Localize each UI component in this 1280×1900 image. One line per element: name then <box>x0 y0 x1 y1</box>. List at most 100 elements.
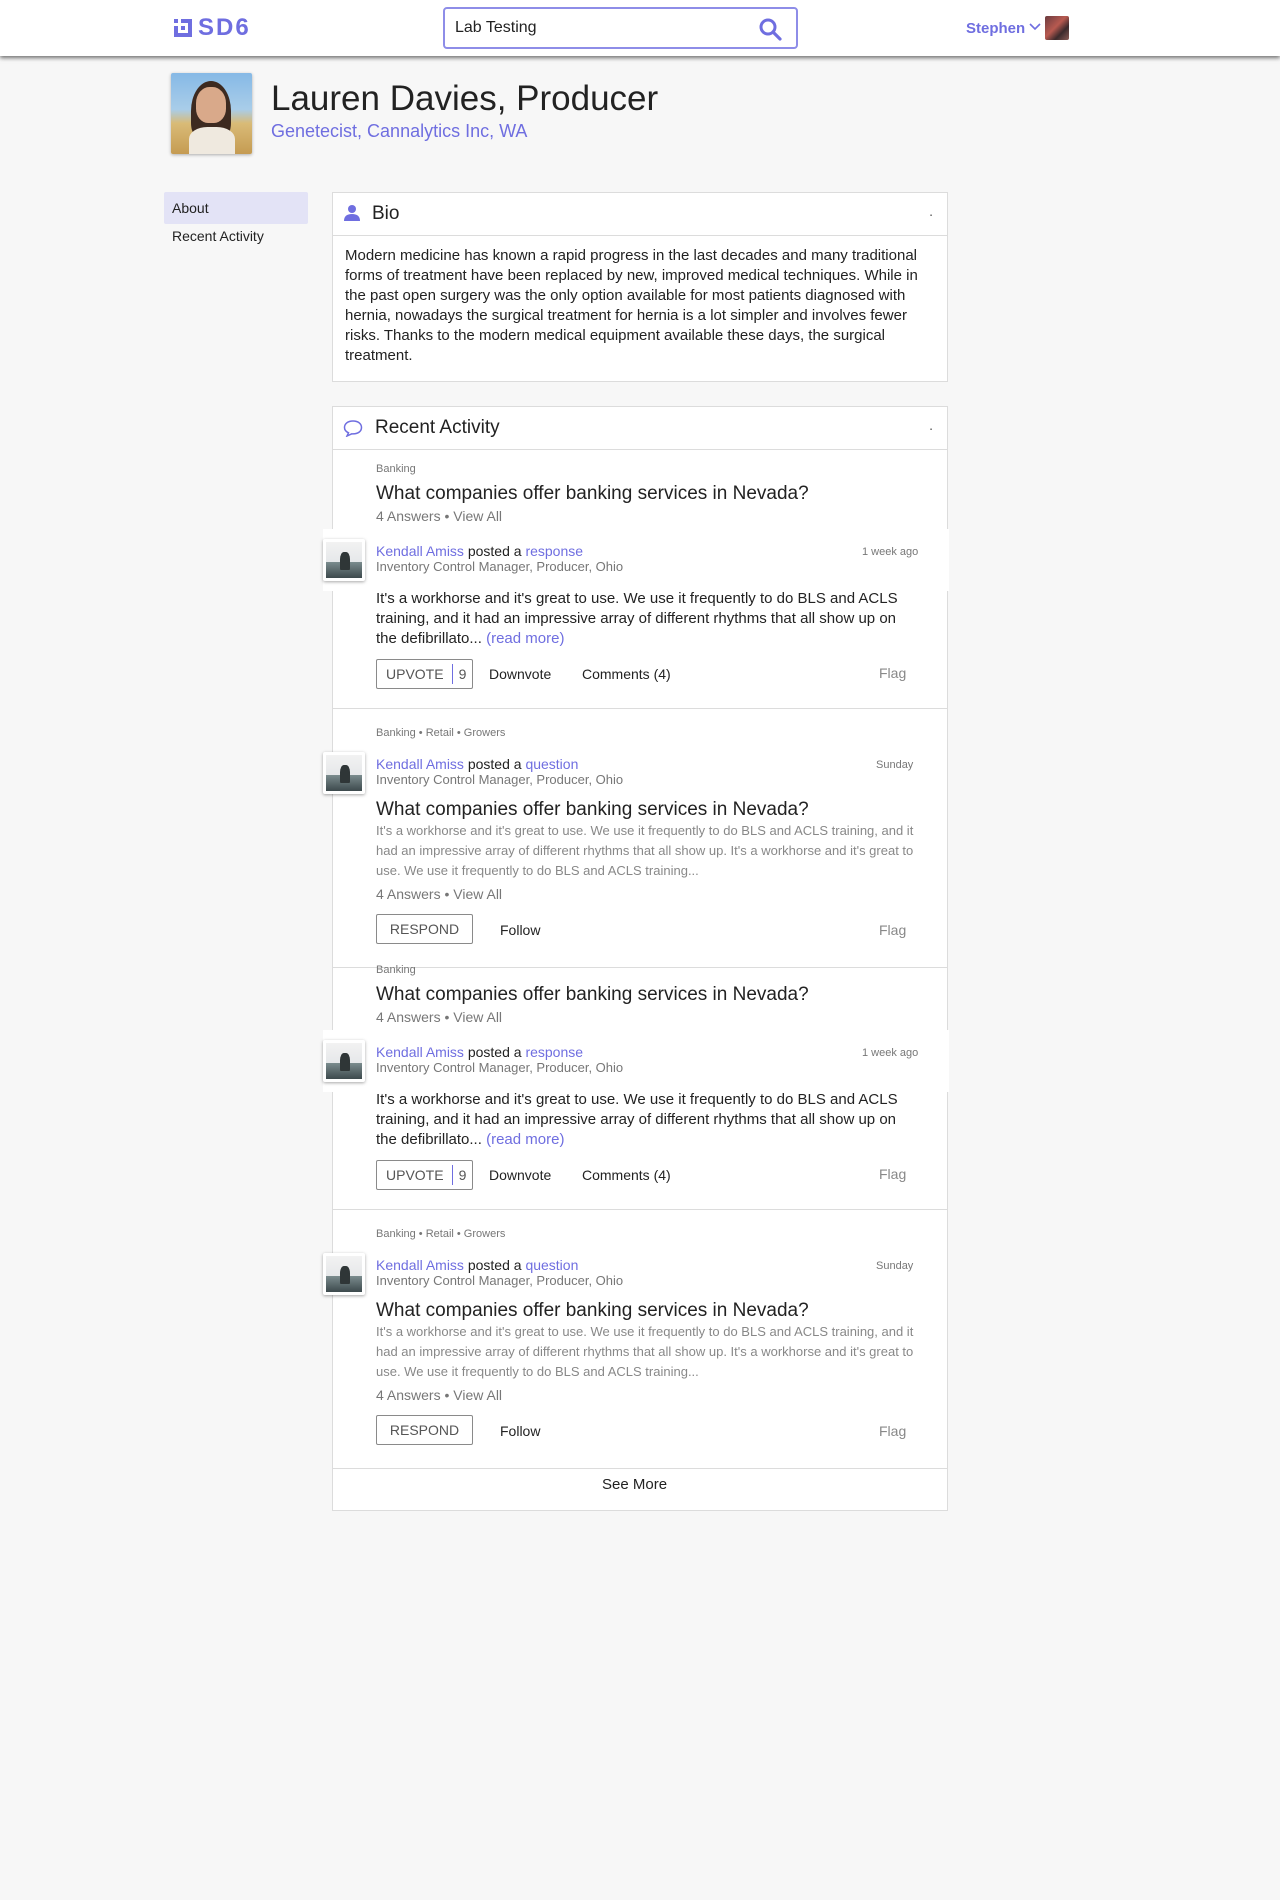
response-body: It's a workhorse and it's great to use. … <box>376 589 906 649</box>
sidenav-item-about[interactable]: About <box>164 192 308 224</box>
logo[interactable]: SD6 <box>174 14 251 42</box>
read-more-link[interactable]: (read more) <box>486 630 564 647</box>
respond-button[interactable]: RESPOND <box>376 914 473 944</box>
posted-label: posted a <box>467 1257 522 1273</box>
author-role: Inventory Control Manager, Producer, Ohi… <box>376 1060 624 1075</box>
logo-text: SD6 <box>198 14 251 41</box>
user-menu[interactable]: Stephen <box>966 16 1070 40</box>
search-box <box>443 7 798 49</box>
respond-label: RESPOND <box>389 1422 460 1438</box>
item-divider <box>333 1468 947 1469</box>
post-time: Sunday <box>876 759 914 771</box>
profile-avatar <box>171 73 252 154</box>
flag-button[interactable]: Flag <box>879 665 906 681</box>
downvote-button[interactable]: Downvote <box>489 1167 551 1183</box>
read-more-link[interactable]: (read more) <box>486 1131 564 1148</box>
upvote-label: UPVOTE <box>386 666 444 682</box>
respond-button[interactable]: RESPOND <box>376 1415 473 1445</box>
side-nav: About Recent Activity <box>164 192 308 248</box>
author-role: Inventory Control Manager, Producer, Ohi… <box>376 559 624 574</box>
flag-button[interactable]: Flag <box>879 1166 906 1182</box>
user-icon <box>344 205 360 221</box>
activity-tag[interactable]: Banking <box>376 463 416 475</box>
user-avatar[interactable] <box>1045 16 1070 40</box>
post-time: 1 week ago <box>862 546 919 558</box>
question-body: It's a workhorse and it's great to use. … <box>376 1324 914 1379</box>
author-avatar[interactable] <box>323 752 365 794</box>
author-name-link[interactable]: Kendall Amiss <box>376 1257 464 1273</box>
post-time: Sunday <box>876 1260 914 1272</box>
bio-panel-header: Bio . <box>333 193 947 236</box>
bio-text: Modern medicine has known a rapid progre… <box>345 247 918 364</box>
author-avatar[interactable] <box>323 1040 365 1082</box>
activity-tags[interactable]: Banking • Retail • Growers <box>376 1228 505 1240</box>
answers-link[interactable]: 4 Answers • View All <box>376 1387 502 1403</box>
item-divider <box>333 1209 947 1210</box>
see-more-button[interactable]: See More <box>602 1476 667 1493</box>
comments-link[interactable]: Comments (4) <box>582 666 671 682</box>
top-bar: SD6 Stephen <box>0 0 1280 56</box>
answers-link[interactable]: 4 Answers • View All <box>376 1009 502 1025</box>
profile-name: Lauren Davies, Producer <box>271 79 659 118</box>
author-line: Kendall Amiss posted a response <box>376 1044 583 1060</box>
user-name: Stephen <box>966 19 1026 37</box>
recent-activity-title: Recent Activity <box>375 417 500 438</box>
post-kind-link[interactable]: question <box>525 1257 578 1273</box>
post-kind-link[interactable]: question <box>525 756 578 772</box>
author-name-link[interactable]: Kendall Amiss <box>376 1044 464 1060</box>
activity-tags[interactable]: Banking • Retail • Growers <box>376 727 505 739</box>
recent-activity-menu-dot[interactable]: . <box>929 417 933 433</box>
response-body: It's a workhorse and it's great to use. … <box>376 1090 906 1150</box>
flag-button[interactable]: Flag <box>879 1423 906 1439</box>
posted-label: posted a <box>467 1044 522 1060</box>
posted-label: posted a <box>467 543 522 559</box>
comments-link[interactable]: Comments (4) <box>582 1167 671 1183</box>
bio-panel: Bio . Modern medicine has known a rapid … <box>332 192 948 382</box>
sidenav-item-recent-activity[interactable]: Recent Activity <box>164 224 308 248</box>
question-title[interactable]: What companies offer banking services in… <box>376 1300 809 1322</box>
chevron-down-icon <box>1029 23 1041 31</box>
posted-label: posted a <box>467 756 522 772</box>
chat-bubble-icon <box>343 420 363 437</box>
upvote-button[interactable]: UPVOTE 9 <box>376 659 473 689</box>
question-title[interactable]: What companies offer banking services in… <box>376 984 809 1006</box>
search-icon[interactable] <box>758 17 782 41</box>
vote-count: 9 <box>458 1167 467 1183</box>
upvote-label: UPVOTE <box>386 1167 444 1183</box>
vote-count: 9 <box>458 666 467 682</box>
question-title[interactable]: What companies offer banking services in… <box>376 483 809 505</box>
post-time: 1 week ago <box>862 1047 919 1059</box>
flag-button[interactable]: Flag <box>879 922 906 938</box>
response-body-text: It's a workhorse and it's great to use. … <box>376 590 898 647</box>
bio-title: Bio <box>372 203 400 224</box>
author-name-link[interactable]: Kendall Amiss <box>376 543 464 559</box>
author-line: Kendall Amiss posted a response <box>376 543 583 559</box>
author-role: Inventory Control Manager, Producer, Ohi… <box>376 772 624 787</box>
question-body: It's a workhorse and it's great to use. … <box>376 823 914 878</box>
item-divider <box>333 967 947 968</box>
upvote-button[interactable]: UPVOTE 9 <box>376 1160 473 1190</box>
author-line: Kendall Amiss posted a question <box>376 1257 578 1273</box>
author-line: Kendall Amiss posted a question <box>376 756 578 772</box>
author-name-link[interactable]: Kendall Amiss <box>376 756 464 772</box>
author-avatar[interactable] <box>323 539 365 581</box>
activity-tag[interactable]: Banking <box>376 964 416 976</box>
respond-label: RESPOND <box>389 921 460 937</box>
logo-mark-icon <box>174 19 192 37</box>
post-kind-link[interactable]: response <box>525 543 583 559</box>
recent-activity-header: Recent Activity . <box>333 407 947 450</box>
bio-menu-dot[interactable]: . <box>929 203 933 219</box>
post-kind-link[interactable]: response <box>525 1044 583 1060</box>
answers-link[interactable]: 4 Answers • View All <box>376 508 502 524</box>
follow-button[interactable]: Follow <box>500 1423 540 1439</box>
author-role: Inventory Control Manager, Producer, Ohi… <box>376 1273 624 1288</box>
question-title[interactable]: What companies offer banking services in… <box>376 799 809 821</box>
item-divider <box>333 708 947 709</box>
downvote-button[interactable]: Downvote <box>489 666 551 682</box>
search-input[interactable] <box>455 17 745 39</box>
profile-subtitle[interactable]: Genetecist, Cannalytics Inc, WA <box>271 121 527 142</box>
follow-button[interactable]: Follow <box>500 922 540 938</box>
author-avatar[interactable] <box>323 1253 365 1295</box>
response-body-text: It's a workhorse and it's great to use. … <box>376 1091 898 1148</box>
answers-link[interactable]: 4 Answers • View All <box>376 886 502 902</box>
